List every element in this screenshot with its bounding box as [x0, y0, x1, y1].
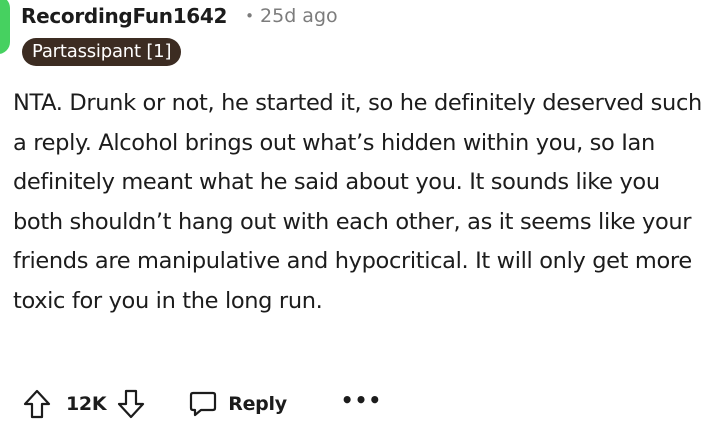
meta-separator: • [245, 7, 255, 25]
downvote-button[interactable] [114, 384, 148, 424]
upvote-arrow-icon [23, 389, 51, 419]
reply-label: Reply [228, 393, 287, 415]
comment-action-bar: 12K Reply ••• [20, 384, 382, 424]
downvote-arrow-icon [118, 389, 145, 419]
comment-body: NTA. Drunk or not, he started it, so he … [13, 90, 702, 314]
vote-score: 12K [66, 393, 107, 415]
comment: RecordingFun1642 • 25d ago Partassipant … [0, 0, 706, 425]
upvote-button[interactable] [20, 384, 54, 424]
comment-header: RecordingFun1642 • 25d ago [21, 4, 338, 28]
reply-button[interactable]: Reply [188, 389, 287, 419]
more-options-button[interactable]: ••• [341, 390, 382, 410]
avatar[interactable] [0, 0, 10, 54]
speech-bubble-icon [190, 391, 217, 417]
author-username[interactable]: RecordingFun1642 [21, 4, 227, 28]
comment-timestamp[interactable]: 25d ago [260, 5, 338, 27]
user-flair-badge: Partassipant [1] [22, 38, 182, 66]
